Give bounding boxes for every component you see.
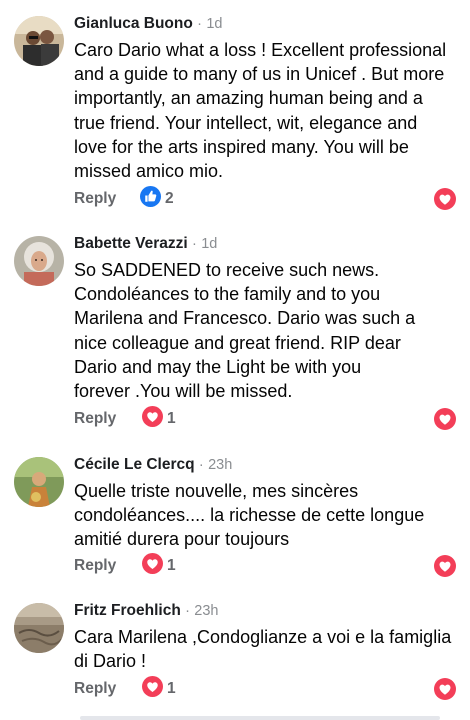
reaction-count: 1 bbox=[167, 680, 176, 697]
like-icon bbox=[140, 186, 161, 212]
comment-line: So SADDENED to receive such news. bbox=[74, 260, 380, 280]
comment-time: 23h bbox=[208, 457, 233, 473]
comment-line: Caro Dario what a loss ! Excellent profe… bbox=[74, 40, 447, 60]
comment-actions: Reply 1 bbox=[74, 676, 470, 702]
separator-dot: · bbox=[197, 16, 202, 32]
comment-author[interactable]: Gianluca Buono bbox=[74, 15, 193, 32]
avatar[interactable] bbox=[14, 457, 64, 507]
comment-line: condoléances.... la richesse de cette lo… bbox=[74, 505, 425, 526]
comment-actions: Reply 2 bbox=[74, 186, 470, 212]
reaction-summary[interactable]: 1 bbox=[142, 406, 176, 432]
comment-line: love for the arts inspired many. You wil… bbox=[74, 136, 409, 157]
comment-line: true friend. Your intellect, wit, elegan… bbox=[74, 112, 418, 133]
comment-line: amitié durera pour toujours bbox=[74, 529, 290, 550]
comment-text: Quelle triste nouvelle, mes sincères con… bbox=[74, 479, 460, 552]
comment-time: 1d bbox=[201, 236, 218, 252]
comment-time: 23h bbox=[194, 603, 219, 619]
comment-line: di Dario ! bbox=[74, 651, 147, 672]
reply-button[interactable]: Reply bbox=[74, 680, 116, 698]
separator-dot: · bbox=[185, 603, 190, 619]
comment-line: Dario and may the Light be with you bbox=[74, 356, 362, 377]
comment-text: So SADDENED to receive such news. Condol… bbox=[74, 258, 460, 403]
comment-line: and a guide to many of us in Unicef . Bu… bbox=[74, 64, 445, 85]
love-icon bbox=[142, 406, 163, 432]
reaction-count: 1 bbox=[167, 557, 176, 574]
comment-time: 1d bbox=[206, 16, 223, 32]
reply-button[interactable]: Reply bbox=[74, 557, 116, 575]
comment-author[interactable]: Cécile Le Clercq bbox=[74, 456, 195, 473]
reply-button[interactable]: Reply bbox=[74, 410, 116, 428]
comment-line: Marilena and Francesco. Dario was such a bbox=[74, 308, 416, 329]
comment-line: importantly, an amazing human being and … bbox=[74, 88, 423, 109]
reaction-summary[interactable]: 2 bbox=[140, 186, 174, 212]
reaction-summary[interactable]: 1 bbox=[142, 553, 176, 579]
love-react-button[interactable] bbox=[434, 678, 456, 700]
comment-line: missed amico mio. bbox=[74, 161, 224, 182]
avatar[interactable] bbox=[14, 16, 64, 66]
avatar[interactable] bbox=[14, 603, 64, 653]
reaction-count: 2 bbox=[165, 190, 174, 207]
reaction-summary[interactable]: 1 bbox=[142, 676, 176, 702]
comment-actions: Reply 1 bbox=[74, 553, 470, 579]
comment-author[interactable]: Fritz Froehlich bbox=[74, 602, 181, 619]
comment-text: Cara Marilena ,Condoglianze a voi e la f… bbox=[74, 625, 460, 673]
love-react-button[interactable] bbox=[434, 188, 456, 210]
comment-line: nice colleague and great friend. RIP dea… bbox=[74, 332, 401, 353]
comment-author[interactable]: Babette Verazzi bbox=[74, 235, 188, 252]
comment-text: Caro Dario what a loss ! Excellent profe… bbox=[74, 38, 460, 183]
avatar[interactable] bbox=[14, 236, 64, 286]
separator-dot: · bbox=[198, 457, 204, 473]
comment-actions: Reply 1 bbox=[74, 406, 470, 432]
separator-dot: · bbox=[192, 236, 197, 252]
love-icon bbox=[142, 553, 163, 579]
comment-line: forever .You will be missed. bbox=[74, 381, 293, 402]
scroll-indicator bbox=[80, 716, 440, 720]
comment-line: Condoléances to the family and to you bbox=[74, 284, 381, 305]
love-icon bbox=[142, 676, 163, 702]
reply-button[interactable]: Reply bbox=[74, 190, 116, 208]
love-react-button[interactable] bbox=[434, 408, 456, 430]
comment-line: Quelle triste nouvelle, mes sincères bbox=[74, 481, 359, 501]
comment-line: Cara Marilena ,Condoglianze a voi e la f… bbox=[74, 627, 452, 647]
reaction-count: 1 bbox=[167, 410, 176, 427]
love-react-button[interactable] bbox=[434, 555, 456, 577]
